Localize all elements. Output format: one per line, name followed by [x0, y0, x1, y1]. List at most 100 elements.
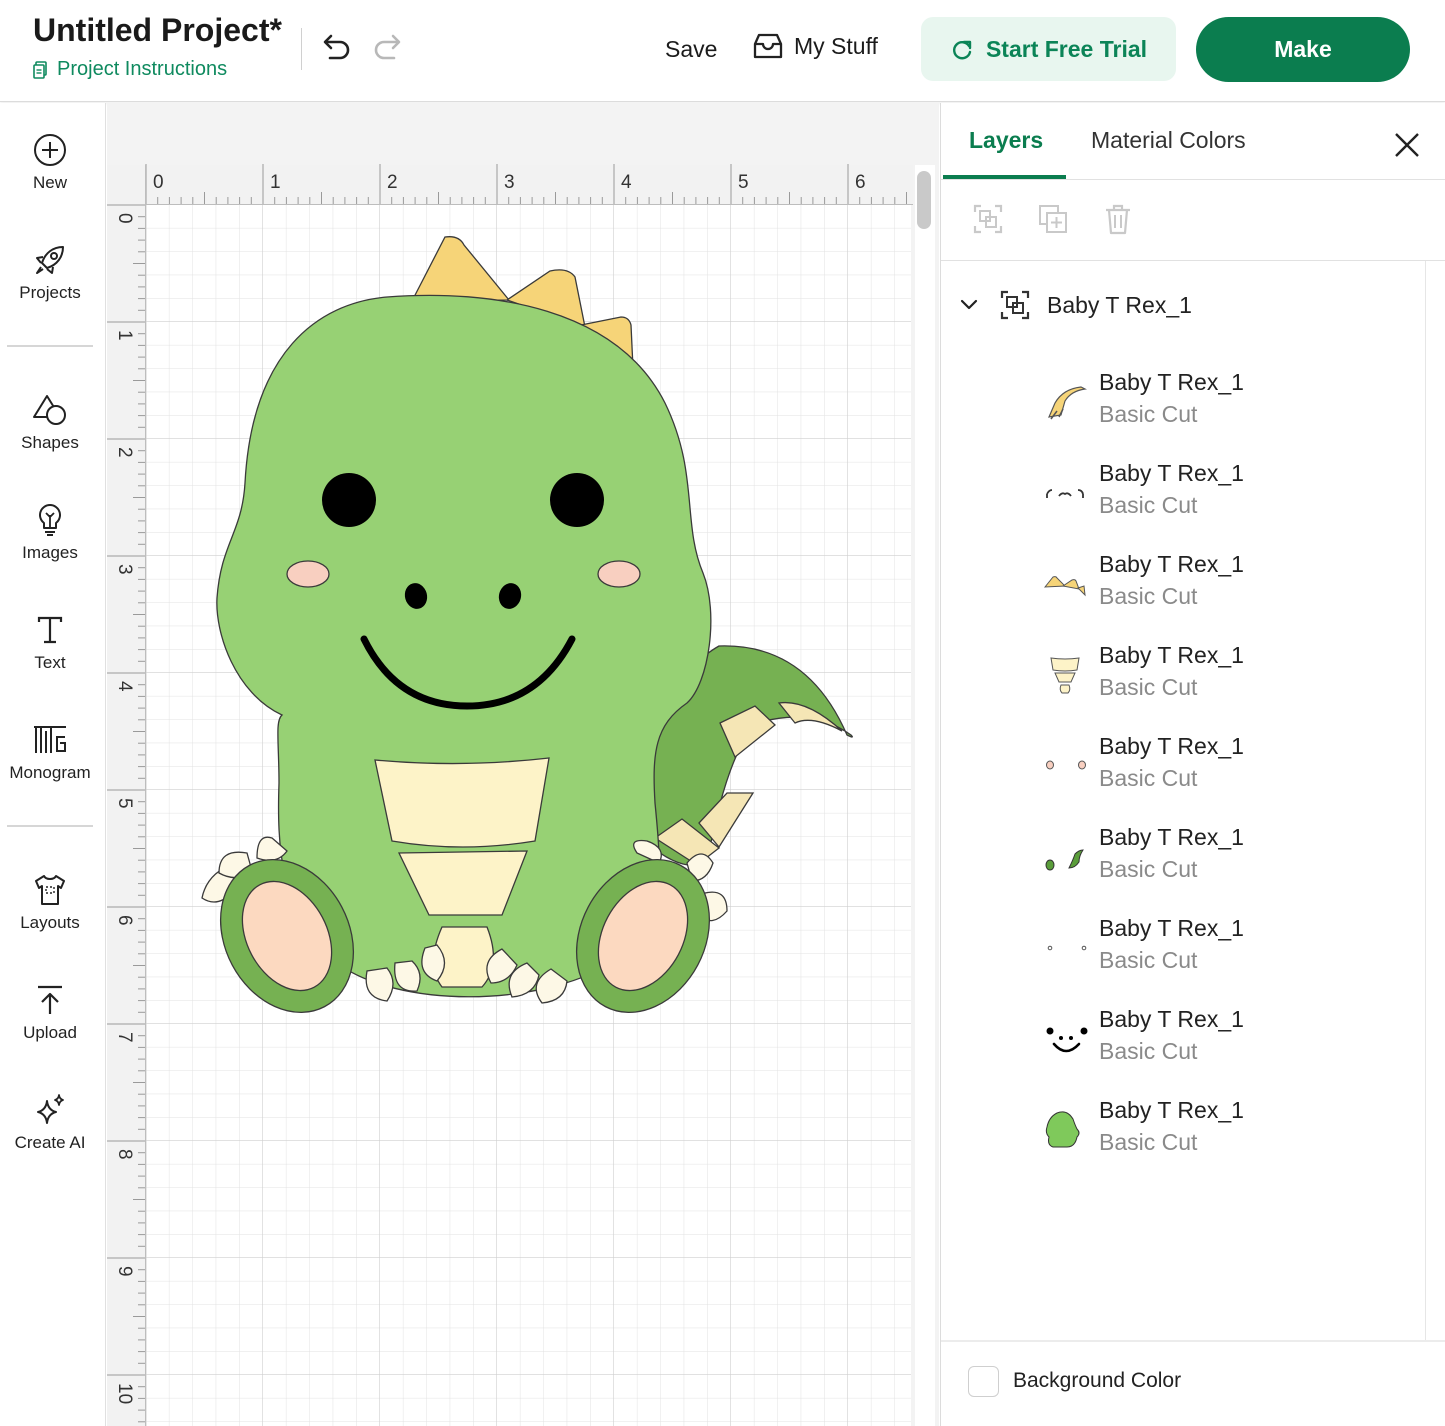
panel-scrollbar-track[interactable] — [1425, 261, 1426, 1341]
shirt-icon — [35, 875, 65, 905]
layer-row[interactable]: Baby T Rex_1 Basic Cut — [1041, 363, 1381, 443]
document-icon — [33, 60, 47, 79]
layer-operation: Basic Cut — [1099, 583, 1198, 609]
sidebar-item-label: Create AI — [14, 1133, 86, 1152]
sidebar-item-projects[interactable]: Projects — [0, 243, 100, 303]
layer-name: Baby T Rex_1 — [1099, 1097, 1244, 1123]
chevron-down-icon[interactable] — [959, 295, 979, 315]
inbox-icon — [753, 33, 783, 59]
ruler-label: 8 — [114, 1149, 135, 1160]
layer-row[interactable]: Baby T Rex_1 Basic Cut — [1041, 727, 1381, 807]
ruler-label: 4 — [621, 172, 632, 193]
tab-divider — [941, 179, 1445, 180]
sidebar-item-layouts[interactable]: Layouts — [0, 873, 100, 933]
ruler-label: 6 — [114, 915, 135, 926]
lightbulb-icon — [39, 504, 61, 536]
project-title[interactable]: Untitled Project* — [33, 12, 282, 49]
layer-name: Baby T Rex_1 — [1099, 915, 1244, 941]
tab-layers[interactable]: Layers — [969, 127, 1043, 154]
layer-operation: Basic Cut — [1099, 765, 1198, 791]
ruler-label: 7 — [114, 1032, 135, 1043]
body-thumb — [1045, 1111, 1080, 1148]
layer-row[interactable]: Baby T Rex_1 Basic Cut — [1041, 1091, 1381, 1171]
face-thumb — [1046, 1027, 1088, 1053]
upload-icon — [38, 985, 62, 1014]
sidebar-item-label: Upload — [23, 1023, 77, 1042]
close-icon[interactable] — [1393, 131, 1421, 159]
start-free-trial-button[interactable]: Start Free Trial — [921, 17, 1176, 81]
layer-row[interactable]: Baby T Rex_1 Basic Cut — [1041, 909, 1381, 989]
start-free-trial-label: Start Free Trial — [985, 35, 1148, 62]
undo-icon[interactable] — [318, 30, 354, 66]
ruler-label: 4 — [114, 681, 135, 692]
left-ruler: 0 1 2 3 4 5 6 7 8 9 10 — [107, 165, 146, 1426]
lashes-thumb — [1046, 489, 1084, 498]
monogram-icon — [34, 726, 66, 753]
layer-name: Baby T Rex_1 — [1099, 733, 1244, 759]
toolbar-divider — [941, 260, 1445, 261]
layer-operation: Basic Cut — [1099, 492, 1198, 518]
sidebar-item-label: Shapes — [21, 433, 79, 452]
rocket-icon — [36, 246, 64, 274]
ruler-label: 3 — [504, 172, 515, 193]
group-icon — [1000, 290, 1030, 320]
ruler-label: 5 — [114, 798, 135, 809]
group-name: Baby T Rex_1 — [1047, 291, 1192, 318]
background-color-checkbox[interactable] — [968, 1366, 999, 1397]
layer-row[interactable]: Baby T Rex_1 Basic Cut — [1041, 818, 1381, 898]
my-stuff-label: My Stuff — [794, 32, 878, 59]
layer-name: Baby T Rex_1 — [1099, 824, 1244, 850]
layer-group-row[interactable]: Baby T Rex_1 — [959, 289, 1192, 321]
ruler-label: 1 — [270, 172, 281, 193]
layers-panel: Layers Material Colors Baby T Rex_1 Baby… — [940, 103, 1445, 1426]
top-bar: Untitled Project* Project Instructions S… — [0, 0, 1445, 102]
background-color-label: Background Color — [1013, 1369, 1182, 1392]
layer-name: Baby T Rex_1 — [1099, 642, 1244, 668]
layer-name: Baby T Rex_1 — [1099, 551, 1244, 577]
layer-name: Baby T Rex_1 — [1099, 1006, 1244, 1032]
sidebar-item-images[interactable]: Images — [0, 503, 100, 563]
layer-row[interactable]: Baby T Rex_1 Basic Cut — [1041, 636, 1381, 716]
plus-circle-icon — [34, 134, 66, 166]
ruler-label: 0 — [114, 213, 135, 224]
sidebar-item-label: New — [32, 173, 67, 192]
ruler-label: 3 — [114, 564, 135, 575]
group-icon[interactable] — [972, 203, 1004, 235]
layer-operation: Basic Cut — [1099, 1129, 1198, 1155]
sidebar-item-upload[interactable]: Upload — [0, 983, 100, 1043]
layer-row[interactable]: Baby T Rex_1 Basic Cut — [1041, 454, 1381, 534]
sidebar-item-text[interactable]: Text — [0, 613, 100, 673]
outline-thumb — [1048, 386, 1087, 420]
trash-icon[interactable] — [1102, 203, 1134, 235]
ruler-label: 1 — [114, 330, 135, 341]
layer-operation: Basic Cut — [1099, 856, 1198, 882]
canvas-scrollbar[interactable] — [917, 171, 931, 229]
sidebar-divider — [7, 825, 93, 827]
redo-icon[interactable] — [370, 30, 406, 66]
tab-material-colors[interactable]: Material Colors — [1091, 127, 1246, 154]
sidebar-item-monogram[interactable]: Monogram — [0, 723, 100, 783]
save-button[interactable]: Save — [665, 36, 717, 63]
layer-operation: Basic Cut — [1099, 947, 1198, 973]
left-sidebar: New Projects Shapes Images Text Monogram… — [0, 103, 106, 1426]
layer-operation: Basic Cut — [1099, 674, 1198, 700]
layer-name: Baby T Rex_1 — [1099, 460, 1244, 486]
layer-row[interactable]: Baby T Rex_1 Basic Cut — [1041, 545, 1381, 625]
sidebar-item-label: Projects — [19, 283, 81, 302]
sidebar-item-label: Layouts — [20, 913, 80, 932]
ruler-label: 2 — [387, 172, 398, 193]
sidebar-item-new[interactable]: New — [0, 133, 100, 193]
sparkle-icon — [37, 1094, 64, 1124]
shapes-icon — [33, 395, 66, 425]
layer-row[interactable]: Baby T Rex_1 Basic Cut — [1041, 1000, 1381, 1080]
layer-name: Baby T Rex_1 — [1099, 369, 1244, 395]
duplicate-icon[interactable] — [1037, 203, 1069, 235]
sidebar-item-shapes[interactable]: Shapes — [0, 393, 100, 453]
sidebar-item-label: Monogram — [9, 763, 91, 782]
design-canvas[interactable]: 0 1 2 3 4 5 6 0 1 2 3 4 5 6 7 8 9 10 — [107, 103, 939, 1426]
dots-thumb — [1047, 945, 1087, 951]
sidebar-item-create-ai[interactable]: Create AI — [0, 1093, 100, 1153]
project-instructions-link[interactable]: Project Instructions — [33, 58, 227, 81]
make-button[interactable]: Make — [1196, 17, 1410, 82]
my-stuff-button[interactable]: My Stuff — [752, 32, 878, 60]
